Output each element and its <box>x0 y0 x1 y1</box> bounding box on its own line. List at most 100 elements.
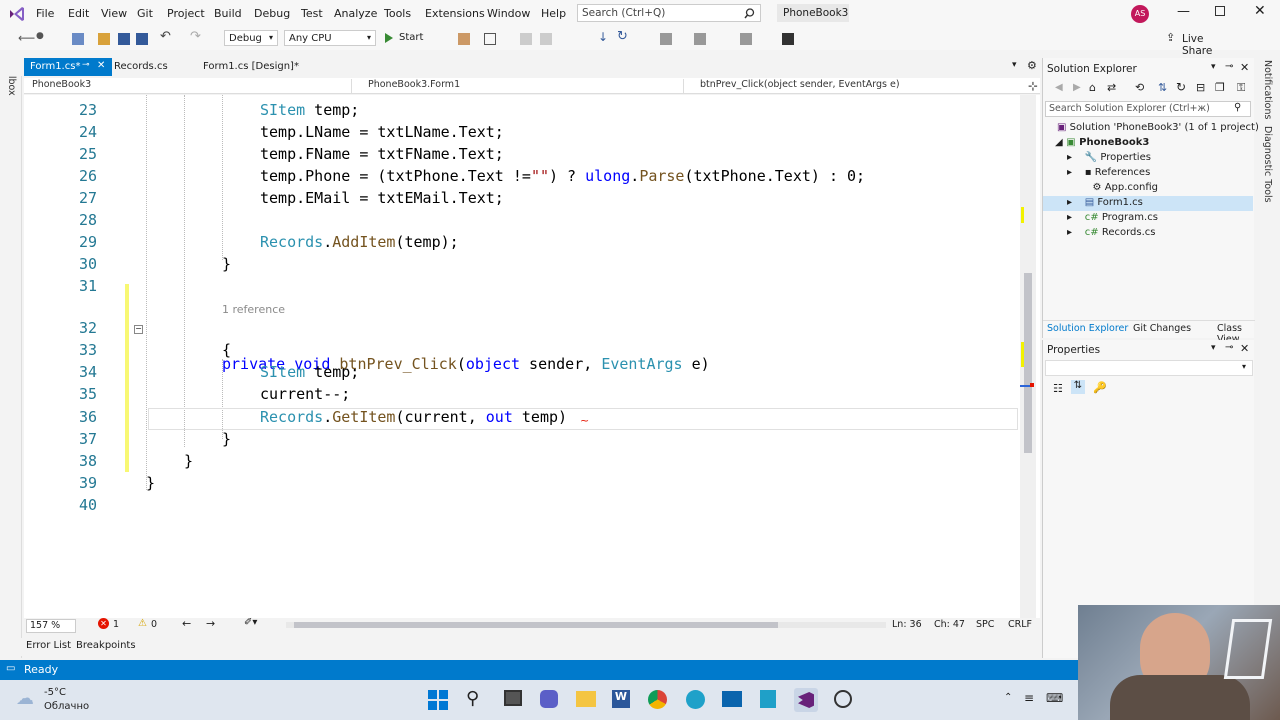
history-icon[interactable]: ⟲ <box>1135 81 1144 94</box>
task-view-icon[interactable] <box>504 690 522 706</box>
expand-arrow-icon[interactable]: ▸ <box>1067 197 1072 208</box>
alphabetical-icon[interactable]: ⇅ <box>1071 380 1085 394</box>
collapse-icon[interactable]: − <box>134 325 143 334</box>
home-icon[interactable]: ⌂ <box>1089 81 1096 94</box>
back-icon[interactable]: ⟵ <box>18 31 35 45</box>
tree-item-program-cs[interactable]: ▸ c# Program.cs <box>1067 212 1158 223</box>
indent-icon[interactable] <box>694 33 706 45</box>
chrome-icon[interactable] <box>648 690 667 709</box>
expand-arrow-icon[interactable]: ▸ <box>1067 167 1072 178</box>
tab-solution-explorer[interactable]: Solution Explorer <box>1047 323 1128 334</box>
comment-icon[interactable] <box>740 33 752 45</box>
warning-icon[interactable]: ⚠ <box>138 618 147 629</box>
pin-icon[interactable]: ⊸ <box>1225 61 1233 72</box>
save-all-icon[interactable] <box>136 33 148 45</box>
collapse-all-icon[interactable]: ⊟ <box>1196 81 1205 94</box>
weather-cloud-icon[interactable]: ☁ <box>16 688 34 709</box>
open-file-icon[interactable] <box>98 33 110 45</box>
vertical-scrollbar[interactable] <box>1020 95 1036 620</box>
properties-icon[interactable]: ⚿ <box>1237 81 1245 95</box>
pin-icon[interactable]: ⊸ <box>82 60 90 70</box>
tab-form1-cs[interactable]: Form1.cs* ⊸ ✕ <box>24 58 112 76</box>
tree-item-properties[interactable]: ▸ 🔧 Properties <box>1067 152 1151 163</box>
previous-issue-icon[interactable]: ← <box>182 617 191 630</box>
close-icon[interactable]: ✕ <box>1254 3 1266 19</box>
close-tab-icon[interactable]: ✕ <box>97 60 105 71</box>
windows-start-icon[interactable] <box>428 690 448 710</box>
sync-icon[interactable]: ⇅ <box>1158 81 1167 94</box>
edge-icon[interactable] <box>686 690 705 709</box>
pause-icon[interactable] <box>520 33 532 45</box>
menu-project[interactable]: Project <box>167 7 205 20</box>
expand-arrow-icon[interactable]: ▸ <box>1067 227 1072 238</box>
tree-solution[interactable]: ▣ Solution 'PhoneBook3' (1 of 1 project) <box>1057 122 1259 133</box>
menu-git[interactable]: Git <box>137 7 153 20</box>
menu-extensions[interactable]: Extensions <box>425 7 485 20</box>
scrollbar-thumb[interactable] <box>1024 273 1032 453</box>
search-box[interactable]: Search (Ctrl+Q) <box>577 4 761 22</box>
next-issue-icon[interactable]: → <box>206 617 215 630</box>
member-dropdown[interactable]: btnPrev_Click(object sender, EventArgs e… <box>692 79 1016 93</box>
switch-views-icon[interactable]: ⇄ <box>1107 81 1116 94</box>
panel-menu-icon[interactable]: ▾ <box>1211 343 1216 353</box>
search-icon[interactable]: ⚲ <box>466 688 479 709</box>
menu-test[interactable]: Test <box>301 7 323 20</box>
split-icon[interactable]: ⊹ <box>1028 79 1038 93</box>
platform-select[interactable]: Any CPU ▾ <box>284 30 376 46</box>
codelens-references[interactable]: 1 reference <box>222 303 285 316</box>
tab-error-list[interactable]: Error List <box>26 640 71 651</box>
tree-item-form1-cs[interactable]: ▸ ▤ Form1.cs <box>1067 197 1143 208</box>
close-panel-icon[interactable]: ✕ <box>1240 61 1249 74</box>
live-share-button[interactable]: ⇪ Live Share <box>1166 31 1236 57</box>
tree-item-references[interactable]: ▸ ▪ References <box>1067 167 1150 178</box>
class-dropdown[interactable]: PhoneBook3.Form1 <box>360 79 684 93</box>
minimize-icon[interactable]: — <box>1177 4 1190 19</box>
menu-tools[interactable]: Tools <box>384 7 411 20</box>
tray-chevron-icon[interactable]: ⌃ <box>1004 692 1012 703</box>
menu-edit[interactable]: Edit <box>68 7 89 20</box>
menu-build[interactable]: Build <box>214 7 242 20</box>
forward-icon[interactable]: ▶ <box>1073 82 1081 93</box>
expand-arrow-icon[interactable]: ▸ <box>1067 152 1072 163</box>
tab-records-cs[interactable]: Records.cs <box>108 58 192 76</box>
new-project-icon[interactable] <box>72 33 84 45</box>
menu-window[interactable]: Window <box>487 7 530 20</box>
tree-item-app-config[interactable]: ⚙ App.config <box>1083 182 1158 193</box>
categorized-icon[interactable]: ☷ <box>1053 382 1063 395</box>
tree-project[interactable]: ◢ ▣ PhoneBook3 <box>1055 137 1149 148</box>
start-button[interactable]: Start <box>382 30 432 46</box>
expanded-arrow-icon[interactable]: ◢ <box>1055 137 1063 148</box>
panel-menu-icon[interactable]: ▾ <box>1211 62 1216 72</box>
notifications-tab[interactable]: Notifications <box>1262 60 1273 119</box>
calculator-icon[interactable] <box>760 690 776 708</box>
menu-view[interactable]: View <box>101 7 127 20</box>
menu-analyze[interactable]: Analyze <box>334 7 377 20</box>
menu-file[interactable]: File <box>36 7 54 20</box>
tab-git-changes[interactable]: Git Changes <box>1133 323 1191 334</box>
visual-studio-logo-icon[interactable] <box>8 5 26 23</box>
show-all-files-icon[interactable]: ❐ <box>1215 81 1225 94</box>
step-into-icon[interactable]: ↓ <box>598 30 608 44</box>
property-pages-icon[interactable]: 🔑 <box>1093 381 1107 394</box>
tree-item-records-cs[interactable]: ▸ c# Records.cs <box>1067 227 1155 238</box>
menu-debug[interactable]: Debug <box>254 7 290 20</box>
redo-icon[interactable]: ↷ <box>190 29 201 44</box>
visual-studio-taskbar-active[interactable] <box>794 688 818 712</box>
menu-help[interactable]: Help <box>541 7 566 20</box>
close-panel-icon[interactable]: ✕ <box>1240 342 1249 355</box>
avatar[interactable]: AS <box>1131 5 1149 23</box>
whitespace-mode[interactable]: SPC <box>976 619 994 630</box>
tab-overflow-icon[interactable]: ▾ <box>1012 60 1017 70</box>
stop-icon[interactable] <box>540 33 552 45</box>
mail-icon[interactable] <box>722 691 742 707</box>
code-editor[interactable]: 23 SItem temp; 24 temp.LName = txtLName.Te… <box>24 95 1040 620</box>
tab-form1-design[interactable]: Form1.cs [Design]* <box>197 58 307 76</box>
undo-icon[interactable]: ↶ <box>160 29 171 44</box>
project-dropdown[interactable]: PhoneBook3 <box>24 79 352 93</box>
line-ending[interactable]: CRLF <box>1008 619 1032 630</box>
refresh-icon[interactable]: ↻ <box>1176 80 1186 94</box>
step-over-icon[interactable]: ↻ <box>617 29 628 44</box>
object-selector[interactable]: ▾ <box>1045 360 1253 376</box>
app-icon[interactable] <box>834 690 852 708</box>
teams-chat-icon[interactable] <box>540 690 558 708</box>
